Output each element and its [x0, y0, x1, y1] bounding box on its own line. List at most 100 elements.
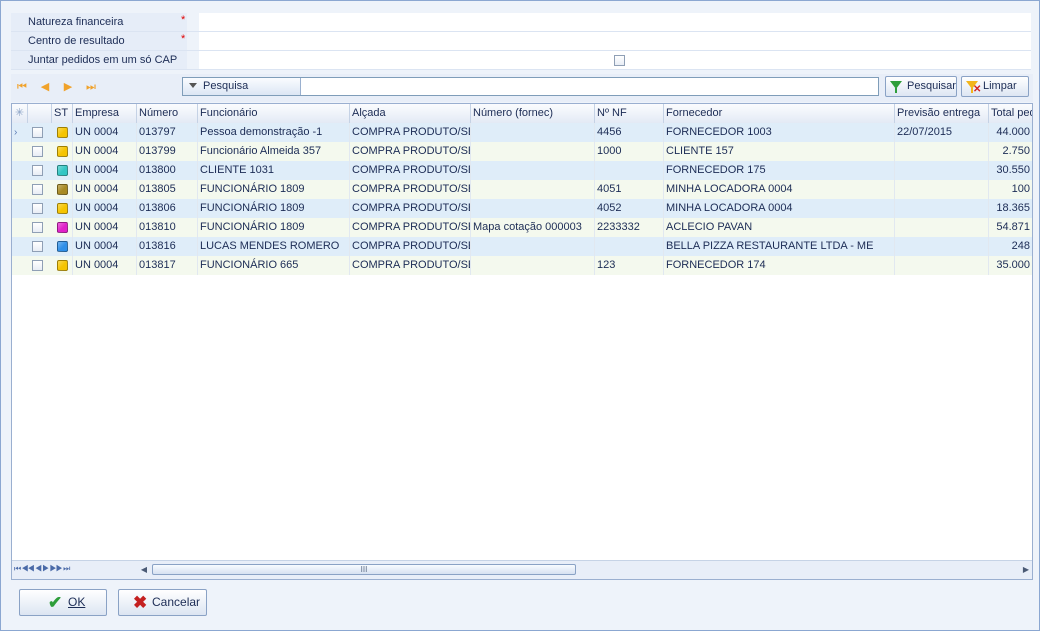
cell-numero-fornec: Mapa cotação 000003 — [471, 218, 595, 237]
cell-numero: 013800 — [137, 161, 198, 180]
table-row[interactable]: UN 0004 013817 FUNCIONÁRIO 665 COMPRA PRODU… — [12, 256, 1032, 275]
search-input[interactable] — [303, 78, 878, 95]
cell-total: 18.365 — [989, 199, 1032, 218]
header-previsao[interactable]: Previsão entrega — [895, 104, 989, 123]
scroll-thumb[interactable]: III — [152, 564, 576, 575]
table-row[interactable]: UN 0004 013806 FUNCIONÁRIO 1809 COMPRA PROD… — [12, 199, 1032, 218]
cell-numero: 013799 — [137, 142, 198, 161]
cell-alcada: COMPRA PRODUTO/SER — [350, 237, 471, 256]
natureza-label: Natureza financeira — [11, 13, 187, 31]
header-total[interactable]: Total ped — [989, 104, 1032, 123]
cell-funcionario: FUNCIONÁRIO 1809 — [198, 180, 350, 199]
next-record-icon[interactable]: ▶ — [62, 81, 74, 93]
row-checkbox[interactable] — [32, 165, 43, 176]
status-indicator-icon — [57, 203, 68, 214]
cell-nf — [595, 161, 664, 180]
table-row[interactable]: UN 0004 013805 FUNCIONÁRIO 1809 COMPRA PROD… — [12, 180, 1032, 199]
cell-empresa: UN 0004 — [73, 199, 137, 218]
cell-previsao — [895, 180, 989, 199]
cell-nf: 1000 — [595, 142, 664, 161]
scroll-right-icon[interactable]: ▶ — [1020, 564, 1032, 576]
cell-fornecedor: MINHA LOCADORA 0004 — [664, 180, 895, 199]
header-fornecedor[interactable]: Fornecedor — [664, 104, 895, 123]
pager-nav[interactable]: ⏮ ◀◀ ◀ ▶ ▶▶ ⏭ — [14, 564, 70, 574]
centro-field[interactable] — [199, 32, 1031, 50]
cell-funcionario: Funcionário Almeida 357 — [198, 142, 350, 161]
header-numero-fornec[interactable]: Número (fornec) — [471, 104, 595, 123]
row-checkbox[interactable] — [32, 203, 43, 214]
cell-total: 54.871 — [989, 218, 1032, 237]
cell-nf: 4051 — [595, 180, 664, 199]
scroll-left-icon[interactable]: ◀ — [138, 564, 150, 576]
prev-record-icon[interactable]: ◀ — [39, 81, 51, 93]
cell-fornecedor: FORNECEDOR 174 — [664, 256, 895, 275]
cell-nf: 2233332 — [595, 218, 664, 237]
cell-total: 35.000 — [989, 256, 1032, 275]
cell-numero-fornec — [471, 161, 595, 180]
status-cell — [52, 199, 73, 218]
last-record-icon[interactable]: ⏭ — [85, 81, 97, 93]
cell-numero-fornec — [471, 142, 595, 161]
dropdown-caret-icon — [189, 83, 197, 88]
cell-funcionario: FUNCIONÁRIO 1809 — [198, 218, 350, 237]
table-row[interactable]: UN 0004 013810 FUNCIONÁRIO 1809 COMPRA PROD… — [12, 218, 1032, 237]
cell-numero-fornec — [471, 256, 595, 275]
pesquisar-button[interactable]: Pesquisar — [885, 76, 957, 97]
cell-alcada: COMPRA PRODUTO/SER — [350, 180, 471, 199]
cell-numero: 013816 — [137, 237, 198, 256]
header-st[interactable]: ST — [52, 104, 73, 123]
limpar-label: Limpar — [983, 80, 1017, 92]
ok-button[interactable]: ✔ OK — [19, 589, 107, 616]
table-row[interactable]: UN 0004 013800 CLIENTE 1031 COMPRA PRODUTO/… — [12, 161, 1032, 180]
header-empresa[interactable]: Empresa — [73, 104, 137, 123]
cell-numero-fornec — [471, 237, 595, 256]
cell-nf — [595, 237, 664, 256]
status-cell — [52, 256, 73, 275]
natureza-field[interactable] — [199, 13, 1031, 31]
cell-total: 30.550 — [989, 161, 1032, 180]
cell-previsao — [895, 218, 989, 237]
select-all-icon[interactable]: ✳ — [12, 104, 28, 123]
row-checkbox[interactable] — [32, 260, 43, 271]
check-icon: ✔ — [48, 593, 63, 612]
cell-empresa: UN 0004 — [73, 218, 137, 237]
row-checkbox[interactable] — [32, 184, 43, 195]
row-checkbox[interactable] — [32, 222, 43, 233]
cell-empresa: UN 0004 — [73, 123, 137, 142]
header-funcionario[interactable]: Funcionário — [198, 104, 350, 123]
cell-empresa: UN 0004 — [73, 142, 137, 161]
cell-alcada: COMPRA PRODUTO/SER — [350, 161, 471, 180]
cell-previsao — [895, 199, 989, 218]
status-cell — [52, 237, 73, 256]
cell-empresa: UN 0004 — [73, 256, 137, 275]
row-checkbox[interactable] — [32, 146, 43, 157]
cell-fornecedor: FORNECEDOR 1003 — [664, 123, 895, 142]
table-row[interactable]: › UN 0004 013797 Pessoa demonstração -1 COMP… — [12, 123, 1032, 142]
row-checkbox[interactable] — [32, 241, 43, 252]
cell-numero-fornec — [471, 199, 595, 218]
juntar-checkbox[interactable] — [614, 55, 625, 66]
grid-header: ✳ ST Empresa Número Funcionário Alçada N… — [12, 104, 1032, 124]
table-row[interactable]: UN 0004 013799 Funcionário Almeida 357 COMP… — [12, 142, 1032, 161]
cell-alcada: COMPRA PRODUTO/SER — [350, 256, 471, 275]
limpar-button[interactable]: ✕ Limpar — [961, 76, 1029, 97]
juntar-field — [199, 51, 1031, 69]
cell-alcada: COMPRA PRODUTO/SER — [350, 142, 471, 161]
cell-funcionario: FUNCIONÁRIO 665 — [198, 256, 350, 275]
status-indicator-icon — [57, 184, 68, 195]
table-row[interactable]: UN 0004 013816 LUCAS MENDES ROMERO COMPRA P… — [12, 237, 1032, 256]
search-field-selector[interactable]: Pesquisa — [183, 78, 301, 95]
row-checkbox[interactable] — [32, 127, 43, 138]
horizontal-scrollbar[interactable]: ◀ III ▶ — [138, 563, 1032, 577]
cancel-button[interactable]: ✖ Cancelar — [118, 589, 207, 616]
first-record-icon[interactable]: ⏮ — [16, 81, 28, 93]
ok-label: OK — [68, 595, 86, 609]
status-cell — [52, 180, 73, 199]
header-nf[interactable]: Nº NF — [595, 104, 664, 123]
status-indicator-icon — [57, 260, 68, 271]
cell-alcada: COMPRA PRODUTO/SER — [350, 123, 471, 142]
header-numero[interactable]: Número — [137, 104, 198, 123]
cell-total: 248 — [989, 237, 1032, 256]
cell-numero-fornec — [471, 123, 595, 142]
header-alcada[interactable]: Alçada — [350, 104, 471, 123]
